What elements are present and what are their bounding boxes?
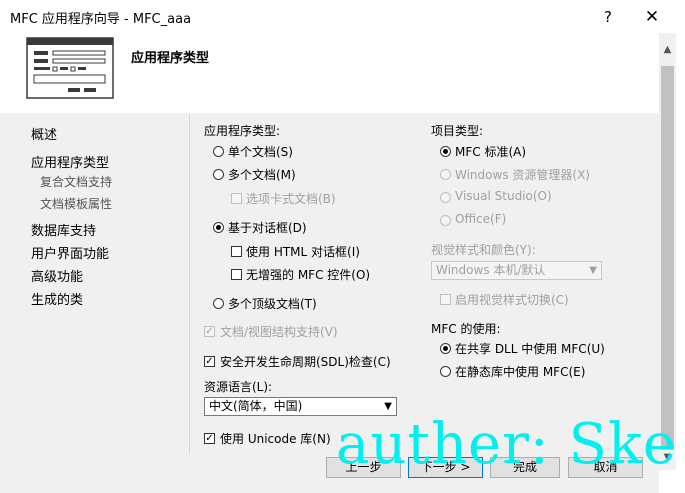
tabbed-docs-checkbox[interactable] bbox=[231, 193, 242, 204]
html-dialog-label: 使用 HTML 对话框(I) bbox=[246, 245, 360, 259]
multi-toplevel-label: 多个顶级文档(T) bbox=[228, 297, 317, 311]
style-switching-checkbox[interactable] bbox=[440, 294, 451, 305]
nav-item-overview[interactable]: 概述 bbox=[31, 124, 57, 143]
nav-item-app-type[interactable]: 应用程序类型 bbox=[31, 152, 109, 171]
scroll-up-icon[interactable]: ▲ bbox=[661, 44, 674, 58]
multi-doc-radio[interactable] bbox=[213, 169, 224, 180]
multi-doc-label: 多个文档(M) bbox=[228, 168, 296, 182]
office-label: Office(F) bbox=[455, 212, 507, 226]
unicode-label: 使用 Unicode 库(N) bbox=[220, 432, 331, 446]
style-switching-label: 启用视觉样式切换(C) bbox=[455, 293, 569, 307]
single-doc-label: 单个文档(S) bbox=[228, 145, 293, 159]
visual-style-value: Windows 本机/默认 bbox=[436, 263, 546, 277]
visual-studio-radio[interactable] bbox=[440, 192, 451, 203]
dropdown-arrow-icon: ▼ bbox=[589, 265, 597, 276]
static-lib-label: 在静态库中使用 MFC(E) bbox=[455, 365, 586, 379]
unicode-checkbox[interactable]: ✓ bbox=[204, 433, 215, 444]
wizard-icon bbox=[26, 37, 114, 99]
visual-studio-label: Visual Studio(O) bbox=[455, 189, 552, 203]
nav-item-ui-features[interactable]: 用户界面功能 bbox=[31, 243, 109, 262]
close-icon[interactable]: ✕ bbox=[640, 6, 664, 28]
mfc-standard-label: MFC 标准(A) bbox=[455, 145, 527, 159]
shared-dll-label: 在共享 DLL 中使用 MFC(U) bbox=[455, 342, 605, 356]
doc-view-checkbox[interactable]: ✓ bbox=[204, 326, 215, 337]
project-type-heading: 项目类型: bbox=[431, 124, 484, 138]
nav-item-advanced[interactable]: 高级功能 bbox=[31, 266, 83, 285]
tabbed-docs-label: 选项卡式文档(B) bbox=[246, 192, 336, 206]
page-title: 应用程序类型 bbox=[131, 51, 210, 66]
nav-item-database[interactable]: 数据库支持 bbox=[31, 220, 96, 239]
help-icon[interactable]: ? bbox=[597, 6, 619, 28]
nav-item-compound-doc[interactable]: 复合文档支持 bbox=[40, 173, 112, 190]
dialog-based-radio[interactable] bbox=[213, 222, 224, 233]
mfc-standard-radio[interactable] bbox=[440, 146, 451, 157]
no-enhanced-mfc-checkbox[interactable] bbox=[231, 269, 242, 280]
shared-dll-radio[interactable] bbox=[440, 343, 451, 354]
dialog-based-label: 基于对话框(D) bbox=[228, 221, 307, 235]
windows-explorer-label: Windows 资源管理器(X) bbox=[455, 168, 590, 182]
nav-divider bbox=[189, 114, 190, 454]
sdl-label: 安全开发生命周期(SDL)检查(C) bbox=[220, 355, 391, 369]
app-type-heading: 应用程序类型: bbox=[204, 124, 281, 138]
doc-view-label: 文档/视图结构支持(V) bbox=[220, 325, 338, 339]
nav-item-doc-template[interactable]: 文档模板属性 bbox=[40, 195, 112, 212]
nav-item-generated-classes[interactable]: 生成的类 bbox=[31, 289, 83, 308]
scroll-thumb[interactable] bbox=[661, 66, 674, 450]
mfc-use-heading: MFC 的使用: bbox=[431, 322, 501, 336]
office-radio[interactable] bbox=[440, 215, 451, 226]
single-doc-radio[interactable] bbox=[213, 146, 224, 157]
no-enhanced-mfc-label: 无增强的 MFC 控件(O) bbox=[246, 268, 371, 282]
visual-style-select[interactable]: Windows 本机/默认 ▼ bbox=[431, 261, 602, 280]
resource-language-label: 资源语言(L): bbox=[204, 380, 273, 394]
multi-toplevel-radio[interactable] bbox=[213, 298, 224, 309]
sdl-checkbox[interactable]: ✓ bbox=[204, 356, 215, 367]
windows-explorer-radio[interactable] bbox=[440, 169, 451, 180]
window-title: MFC 应用程序向导 - MFC_aaa bbox=[10, 12, 192, 27]
watermark: auther: Ske bbox=[336, 412, 678, 477]
static-lib-radio[interactable] bbox=[440, 366, 451, 377]
visual-style-label: 视觉样式和颜色(Y): bbox=[431, 243, 536, 257]
html-dialog-checkbox[interactable] bbox=[231, 246, 242, 257]
resource-language-value: 中文(简体，中国) bbox=[209, 399, 303, 413]
